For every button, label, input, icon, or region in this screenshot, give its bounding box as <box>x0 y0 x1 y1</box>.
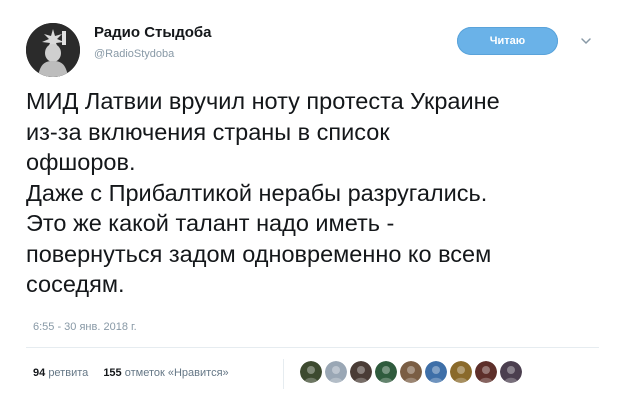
statue-of-liberty-avatar-icon <box>26 23 80 77</box>
retweets-stat[interactable]: 94 ретвита <box>33 367 88 379</box>
liker-avatar[interactable] <box>475 361 497 383</box>
likes-stat[interactable]: 155 отметок «Нравится» <box>103 367 228 379</box>
divider <box>26 347 599 348</box>
tweet-stats: 94 ретвита 155 отметок «Нравится» <box>33 367 241 379</box>
retweets-label: ретвита <box>48 367 89 379</box>
liker-avatar[interactable] <box>450 361 472 383</box>
avatar[interactable] <box>26 23 80 77</box>
tweet-timestamp[interactable]: 6:55 - 30 янв. 2018 г. <box>33 321 137 333</box>
liker-avatar[interactable] <box>350 361 372 383</box>
liker-avatar[interactable] <box>375 361 397 383</box>
following-button[interactable]: Читаю <box>457 27 558 55</box>
stats-separator <box>283 359 284 389</box>
likes-count: 155 <box>103 367 122 379</box>
chevron-down-icon[interactable] <box>579 34 593 48</box>
liker-avatar[interactable] <box>500 361 522 383</box>
display-name[interactable]: Радио Стыдоба <box>94 24 212 41</box>
liker-avatar[interactable] <box>300 361 322 383</box>
liker-avatar[interactable] <box>400 361 422 383</box>
liker-avatars <box>300 361 522 383</box>
liker-avatar[interactable] <box>425 361 447 383</box>
liker-avatar[interactable] <box>325 361 347 383</box>
username[interactable]: @RadioStydoba <box>94 48 174 60</box>
tweet-text: МИД Латвии вручил ноту протеста Украине … <box>26 88 500 297</box>
likes-label: отметок «Нравится» <box>124 367 229 379</box>
retweets-count: 94 <box>33 367 46 379</box>
